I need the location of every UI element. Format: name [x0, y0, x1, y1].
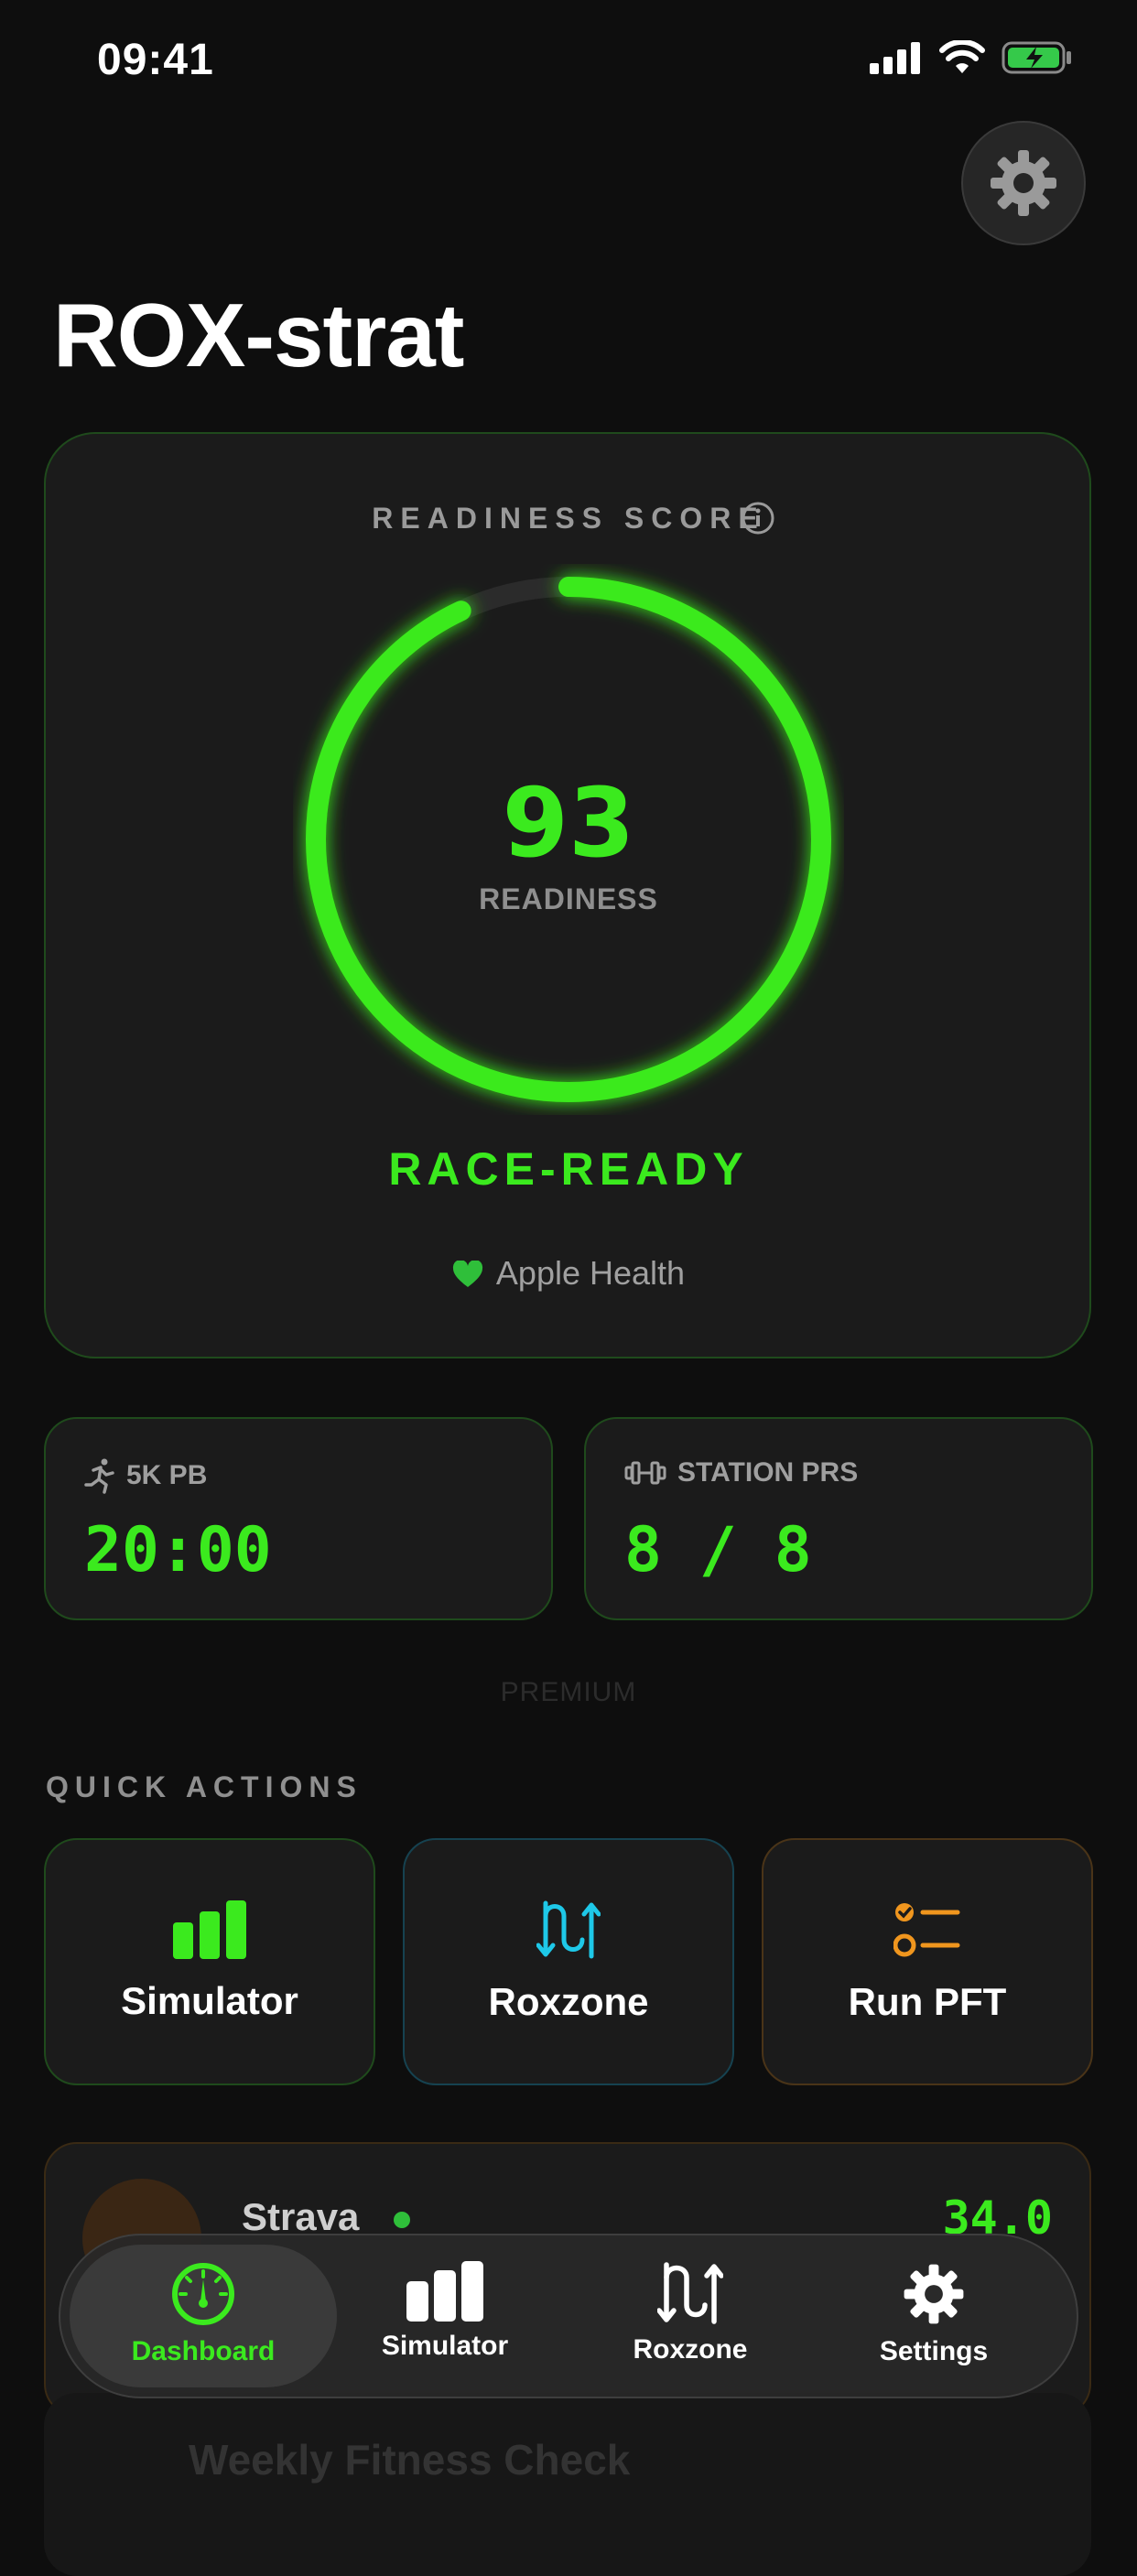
strava-name: Strava [242, 2195, 360, 2238]
tab-label: Dashboard [131, 2336, 276, 2366]
quick-action-simulator[interactable]: Simulator [44, 1838, 375, 2085]
battery-icon [1002, 41, 1071, 74]
quick-action-label: Roxzone [488, 1980, 649, 2023]
signal-icon [870, 42, 920, 74]
gauge-icon [172, 2263, 234, 2325]
tab-simulator[interactable]: Simulator [326, 2261, 564, 2362]
readiness-sublabel: READINESS [479, 882, 658, 915]
bar-chart-icon [173, 1900, 246, 1959]
health-source-label: Apple Health [495, 1254, 686, 1292]
gear-icon [904, 2264, 964, 2324]
bar-chart-icon [406, 2261, 483, 2322]
stat-value-station: 8 / 8 [624, 1514, 812, 1586]
weekly-fitness-title: Weekly Fitness Check [189, 2436, 631, 2484]
premium-label: PREMIUM [500, 1677, 637, 1707]
tab-roxzone[interactable]: Roxzone [571, 2261, 809, 2365]
quick-action-label: Simulator [121, 1979, 298, 2022]
stat-card-5k[interactable]: 5K PB 20:00 [44, 1417, 553, 1620]
gear-icon [991, 150, 1056, 216]
settings-button[interactable] [961, 121, 1086, 245]
checklist-icon [893, 1903, 960, 1957]
arrows-updown-icon [657, 2262, 723, 2324]
connected-indicator [394, 2212, 410, 2228]
tab-settings[interactable]: Settings [815, 2261, 1053, 2367]
readiness-score: 93 [502, 767, 635, 879]
quick-action-label: Run PFT [848, 1980, 1007, 2023]
info-icon[interactable] [740, 500, 776, 536]
page-title: ROX-strat [53, 285, 464, 385]
runner-icon [84, 1458, 114, 1494]
tab-label: Roxzone [633, 2334, 748, 2365]
readiness-status: RACE-READY [388, 1143, 749, 1195]
heart-icon [452, 1260, 483, 1287]
tab-label: Settings [879, 2336, 989, 2366]
quick-action-roxzone[interactable]: Roxzone [403, 1838, 734, 2085]
stat-label-5k: 5K PB [84, 1457, 207, 1494]
stat-label-text: STATION PRS [677, 1457, 859, 1488]
wifi-icon [939, 40, 985, 73]
stat-value-5k: 20:00 [84, 1514, 272, 1586]
health-source[interactable]: Apple Health [0, 1254, 1137, 1293]
readiness-score-label: READINESS SCORE [372, 502, 765, 535]
stat-card-station-prs[interactable]: STATION PRS 8 / 8 [584, 1417, 1093, 1620]
status-time: 09:41 [97, 36, 214, 84]
stat-label-text: 5K PB [126, 1460, 208, 1490]
status-icons [870, 40, 1073, 75]
tab-dashboard[interactable]: Dashboard [84, 2261, 322, 2367]
dumbbell-icon [624, 1461, 666, 1485]
weekly-fitness-card[interactable] [44, 2393, 1091, 2576]
arrows-updown-icon [536, 1900, 601, 1959]
quick-actions-heading: QUICK ACTIONS [46, 1770, 363, 1803]
tab-label: Simulator [381, 2331, 509, 2361]
stat-label-station: STATION PRS [624, 1457, 858, 1488]
quick-action-run-pft[interactable]: Run PFT [762, 1838, 1093, 2085]
